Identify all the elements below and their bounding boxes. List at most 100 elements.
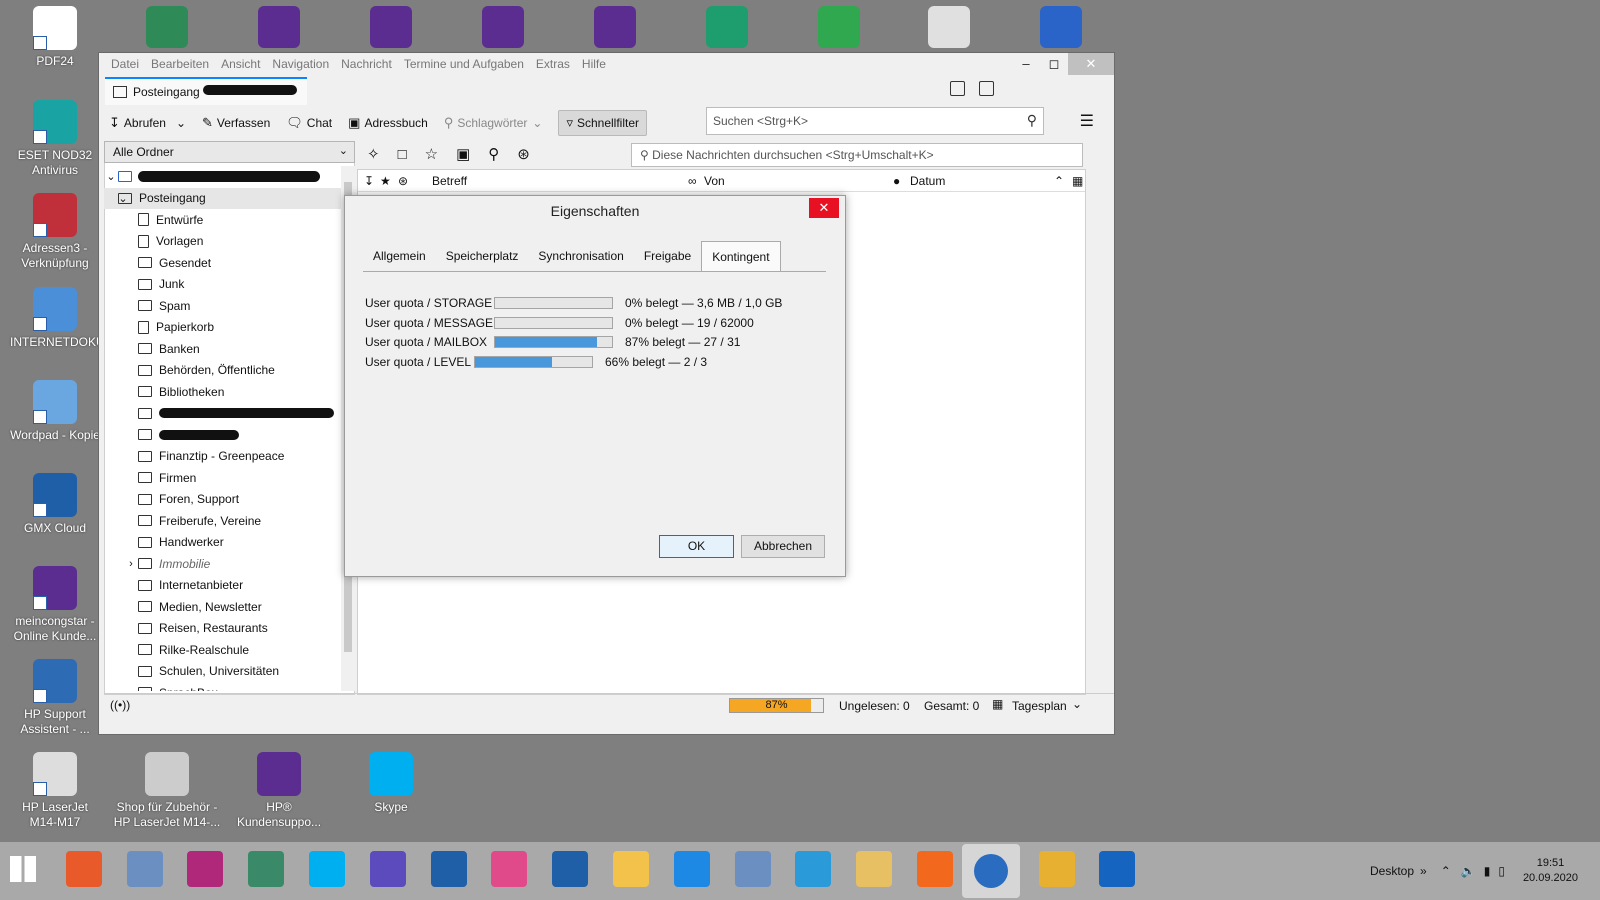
desktop-shortcut[interactable]: PDF24: [10, 6, 100, 69]
tag-icon[interactable]: ⚲: [488, 145, 499, 163]
taskbar-app-icon[interactable]: [1038, 851, 1075, 887]
taskbar-app-icon[interactable]: [552, 851, 589, 887]
start-button[interactable]: [5, 851, 41, 887]
menu-item[interactable]: Hilfe: [582, 57, 606, 71]
search-icon[interactable]: ⚲: [1027, 112, 1037, 129]
desktop-app-icon[interactable]: [146, 6, 188, 48]
folder-item[interactable]: Reisen, Restaurants: [104, 618, 341, 640]
chevron-down-icon[interactable]: ⌄: [1072, 697, 1082, 711]
contact-icon[interactable]: ▣: [456, 145, 470, 163]
collapse-icon[interactable]: ⌄: [116, 192, 130, 205]
calendar-icon[interactable]: [950, 81, 965, 96]
taskbar-app-icon[interactable]: [369, 851, 406, 887]
attachment-icon[interactable]: ⊛: [517, 145, 530, 163]
taskbar-app-icon[interactable]: [126, 851, 163, 887]
taskbar-app-icon[interactable]: [430, 851, 467, 887]
taskbar-app-icon[interactable]: [856, 851, 893, 887]
network-icon[interactable]: ▯: [1498, 864, 1505, 878]
chevron-right-icon[interactable]: »: [1420, 864, 1427, 878]
folder-item[interactable]: Finanztip - Greenpeace: [104, 446, 341, 468]
desktop-app-icon[interactable]: [1040, 6, 1082, 48]
taskbar-app-active[interactable]: [962, 844, 1020, 898]
taskbar-app-icon[interactable]: [613, 851, 649, 887]
column-from[interactable]: Von: [704, 174, 725, 188]
folder-item[interactable]: Freiberufe, Vereine: [104, 510, 341, 532]
pin-icon[interactable]: ✧: [367, 145, 380, 163]
dialog-tab[interactable]: Allgemein: [363, 241, 436, 271]
desktop-toolbar-label[interactable]: Desktop: [1370, 864, 1414, 878]
folder-item[interactable]: [104, 403, 341, 425]
chevron-up-icon[interactable]: ⌃: [1441, 864, 1451, 878]
menu-item[interactable]: Termine und Aufgaben: [404, 57, 524, 71]
desktop-app-icon[interactable]: [594, 6, 636, 48]
desktop-shortcut[interactable]: Wordpad - Kopie: [10, 380, 100, 443]
folder-item[interactable]: Schulen, Universitäten: [104, 661, 341, 683]
folder-item[interactable]: Papierkorb: [104, 317, 341, 339]
folder-item[interactable]: Junk: [104, 274, 341, 296]
folder-item[interactable]: Handwerker: [104, 532, 341, 554]
taskbar-app-icon[interactable]: [187, 851, 224, 887]
folder-item[interactable]: › Immobilie: [104, 553, 341, 575]
taskbar-app-icon[interactable]: [491, 851, 528, 887]
folder-item[interactable]: Vorlagen: [104, 231, 341, 253]
quota-meter[interactable]: 87%: [729, 698, 824, 713]
desktop-app-icon[interactable]: [258, 6, 300, 48]
menu-item[interactable]: Navigation: [272, 57, 329, 71]
desktop-app-icon[interactable]: [928, 6, 970, 48]
quickfilter-button[interactable]: ▿ Schnellfilter: [558, 110, 648, 136]
folder-item[interactable]: Rilke-Realschule: [104, 639, 341, 661]
global-search-input[interactable]: Suchen <Strg+K> ⚲: [706, 107, 1044, 135]
desktop-shortcut[interactable]: Adressen3 - Verknüpfung: [10, 193, 100, 271]
folder-item[interactable]: Internetanbieter: [104, 575, 341, 597]
dialog-tab[interactable]: Kontingent: [701, 241, 781, 271]
tasks-icon[interactable]: [979, 81, 994, 96]
desktop-shortcut[interactable]: GMX Cloud: [10, 473, 100, 536]
folder-item[interactable]: Medien, Newsletter: [104, 596, 341, 618]
folder-item[interactable]: Bibliotheken: [104, 381, 341, 403]
desktop-shortcut[interactable]: Shop für Zubehör - HP LaserJet M14-...: [112, 752, 222, 830]
desktop-shortcut[interactable]: HP Support Assistent - ...: [10, 659, 100, 737]
desktop-app-icon[interactable]: [706, 6, 748, 48]
desktop-shortcut[interactable]: Skype: [336, 752, 446, 815]
column-subject[interactable]: Betreff: [432, 174, 467, 188]
column-picker-icon[interactable]: ▦: [1072, 174, 1083, 188]
desktop-shortcut[interactable]: HP® Kundensuppo...: [224, 752, 334, 830]
sort-ascending-icon[interactable]: ⌃: [1054, 174, 1064, 188]
taskbar-app-icon[interactable]: [917, 851, 953, 887]
close-button[interactable]: ✕: [1068, 53, 1114, 75]
menu-item[interactable]: Nachricht: [341, 57, 392, 71]
expand-icon[interactable]: ›: [124, 558, 138, 570]
read-icon[interactable]: ∞: [688, 174, 697, 188]
desktop-shortcut[interactable]: INTERNETDOKU...: [10, 287, 115, 350]
chevron-down-icon[interactable]: ⌄: [176, 116, 186, 130]
desktop-app-icon[interactable]: [482, 6, 524, 48]
bookmark-icon[interactable]: □: [398, 146, 407, 163]
folder-item[interactable]: Spam: [104, 295, 341, 317]
taskbar-app-icon[interactable]: [65, 851, 102, 887]
attachment-icon[interactable]: ⊛: [398, 174, 408, 188]
desktop-app-icon[interactable]: [818, 6, 860, 48]
collapse-icon[interactable]: ⌄: [104, 170, 118, 183]
folder-item[interactable]: SprachBox: [104, 682, 341, 691]
compose-button[interactable]: ✎ Verfassen: [202, 115, 270, 131]
desktop-shortcut[interactable]: HP LaserJet M14-M17: [10, 752, 100, 830]
junk-icon[interactable]: ●: [893, 174, 900, 188]
online-status-icon[interactable]: ((•)): [110, 698, 130, 712]
desktop-shortcut[interactable]: ESET NOD32 Antivirus: [10, 100, 100, 178]
desktop-app-icon[interactable]: [370, 6, 412, 48]
app-menu-icon[interactable]: ☰: [1080, 111, 1094, 131]
account-row[interactable]: ⌄: [104, 166, 341, 188]
desktop-shortcut[interactable]: meincongstar - Online Kunde...: [10, 566, 100, 644]
dialog-close-button[interactable]: ✕: [809, 198, 839, 218]
folder-item[interactable]: ⌄ Posteingang: [104, 187, 341, 209]
dialog-tab[interactable]: Freigabe: [634, 241, 701, 271]
taskbar-app-icon[interactable]: [673, 851, 710, 887]
menu-item[interactable]: Ansicht: [221, 57, 260, 71]
folder-item[interactable]: Behörden, Öffentliche: [104, 360, 341, 382]
get-messages-button[interactable]: ↧ Abrufen ⌄: [109, 115, 186, 131]
folder-item[interactable]: Firmen: [104, 467, 341, 489]
maximize-button[interactable]: ◻: [1040, 53, 1068, 75]
minimize-button[interactable]: –: [1012, 53, 1040, 75]
tags-button[interactable]: ⚲ Schlagwörter ⌄: [444, 115, 543, 131]
chat-button[interactable]: 🗨 Chat: [286, 115, 332, 131]
